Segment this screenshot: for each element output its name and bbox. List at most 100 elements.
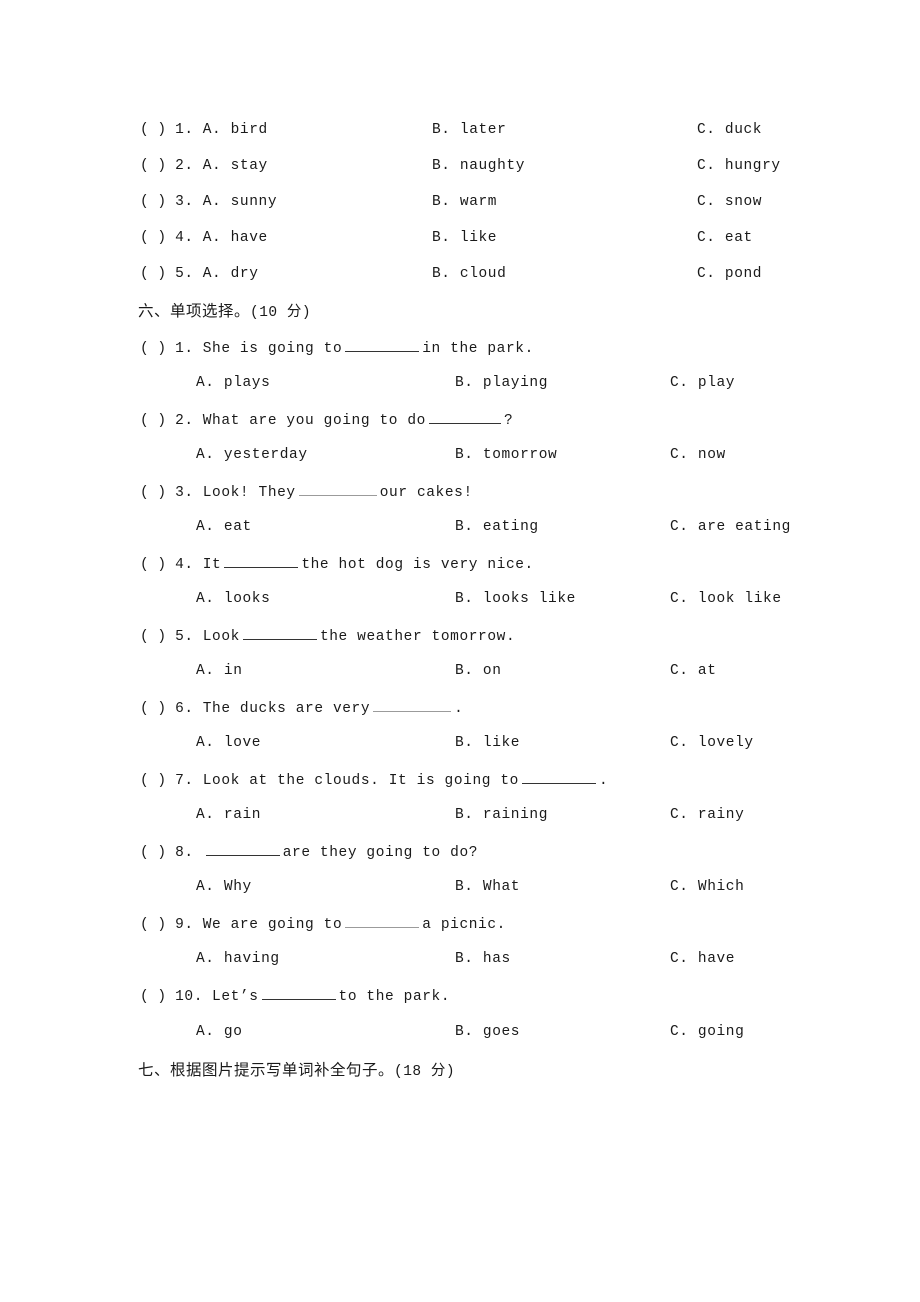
question-number: 5.: [175, 266, 194, 282]
option-b[interactable]: B. What: [455, 878, 520, 896]
question-stem-after: the weather tomorrow.: [319, 629, 516, 645]
answer-bracket[interactable]: ( ): [140, 413, 166, 429]
question-stem-after: in the park.: [422, 341, 534, 357]
section-seven-heading: 七、根据图片提示写单词补全句子。(18 分): [138, 1060, 455, 1082]
option-b[interactable]: B. playing: [455, 374, 548, 392]
question-number: 4.: [175, 230, 194, 246]
question-stem-before: Look at the clouds. It is going to: [202, 773, 519, 789]
answer-bracket[interactable]: ( ): [140, 557, 166, 573]
question-number: 5.: [175, 629, 194, 645]
answer-bracket[interactable]: ( ): [140, 917, 166, 933]
option-c[interactable]: C. now: [670, 446, 726, 464]
fill-in-blank[interactable]: [205, 842, 280, 856]
fill-in-blank[interactable]: [224, 554, 299, 568]
option-c[interactable]: C. pond: [697, 265, 762, 283]
option-c[interactable]: C. rainy: [670, 806, 744, 824]
fill-in-blank[interactable]: [298, 482, 377, 496]
answer-bracket[interactable]: ( ): [140, 230, 166, 246]
option-a[interactable]: A. in: [196, 662, 243, 680]
question-row: ( ) 5. A. dry: [140, 265, 259, 283]
answer-bracket[interactable]: ( ): [140, 485, 166, 501]
question-row: ( ) 3. A. sunny: [140, 193, 277, 211]
section-seven-heading-text: 七、根据图片提示写单词补全句子。: [138, 1061, 395, 1079]
question-number: 1.: [175, 122, 194, 138]
answer-bracket[interactable]: ( ): [140, 194, 166, 210]
option-c[interactable]: C. at: [670, 662, 717, 680]
option-a[interactable]: A. rain: [196, 806, 261, 824]
option-c[interactable]: C. hungry: [697, 157, 781, 175]
option-b[interactable]: B. looks like: [455, 590, 576, 608]
question-stem-after: are they going to do?: [282, 845, 479, 861]
section-six-heading: 六、单项选择。(10 分): [138, 301, 311, 323]
option-b[interactable]: B. naughty: [432, 157, 525, 175]
question-number: 3.: [175, 194, 194, 210]
option-a[interactable]: A. sunny: [203, 194, 277, 210]
fill-in-blank[interactable]: [261, 986, 336, 1000]
option-c[interactable]: C. eat: [697, 229, 753, 247]
question-row: ( ) 6. The ducks are very.: [140, 698, 463, 718]
option-b[interactable]: B. goes: [455, 1023, 520, 1041]
fill-in-blank[interactable]: [521, 770, 596, 784]
question-stem-after: our cakes!: [379, 485, 473, 501]
option-a[interactable]: A. have: [203, 230, 268, 246]
answer-bracket[interactable]: ( ): [140, 701, 166, 717]
option-c[interactable]: C. snow: [697, 193, 762, 211]
option-c[interactable]: C. going: [670, 1023, 744, 1041]
option-b[interactable]: B. like: [432, 229, 497, 247]
option-c[interactable]: C. are eating: [670, 518, 791, 536]
option-a[interactable]: A. dry: [203, 266, 259, 282]
option-c[interactable]: C. lovely: [670, 734, 754, 752]
question-row: ( ) 10. Let’s to the park.: [140, 986, 450, 1006]
question-row: ( ) 2. What are you going to do?: [140, 410, 513, 430]
answer-bracket[interactable]: ( ): [140, 845, 166, 861]
option-a[interactable]: A. bird: [203, 122, 268, 138]
option-b[interactable]: B. warm: [432, 193, 497, 211]
answer-bracket[interactable]: ( ): [140, 989, 166, 1005]
question-row: ( ) 1. She is going to in the park.: [140, 338, 534, 358]
option-b[interactable]: B. cloud: [432, 265, 506, 283]
question-stem-after: ?: [503, 413, 514, 429]
option-b[interactable]: B. like: [455, 734, 520, 752]
option-b[interactable]: B. on: [455, 662, 502, 680]
option-a[interactable]: A. yesterday: [196, 446, 308, 464]
question-stem-before: What are you going to do: [202, 413, 426, 429]
question-stem-after: to the park.: [338, 989, 451, 1005]
answer-bracket[interactable]: ( ): [140, 158, 166, 174]
answer-bracket[interactable]: ( ): [140, 773, 166, 789]
option-c[interactable]: C. duck: [697, 121, 762, 139]
question-number: 7.: [175, 773, 194, 789]
fill-in-blank[interactable]: [345, 914, 420, 928]
option-a[interactable]: A. having: [196, 950, 280, 968]
option-a[interactable]: A. plays: [196, 374, 270, 392]
option-c[interactable]: C. look like: [670, 590, 782, 608]
fill-in-blank[interactable]: [242, 626, 317, 640]
fill-in-blank[interactable]: [428, 410, 501, 424]
fill-in-blank[interactable]: [373, 698, 452, 712]
answer-bracket[interactable]: ( ): [140, 629, 166, 645]
option-a[interactable]: A. love: [196, 734, 261, 752]
question-number: 2.: [175, 158, 194, 174]
worksheet-page: ( ) 1. A. bird B. later C. duck ( ) 2. A. st…: [0, 0, 920, 1302]
option-b[interactable]: B. eating: [455, 518, 539, 536]
question-stem-after: .: [454, 701, 464, 717]
option-a[interactable]: A. stay: [203, 158, 268, 174]
option-a[interactable]: A. go: [196, 1023, 243, 1041]
answer-bracket[interactable]: ( ): [140, 266, 166, 282]
option-c[interactable]: C. play: [670, 374, 735, 392]
option-c[interactable]: C. Which: [670, 878, 744, 896]
question-row: ( ) 5. Look the weather tomorrow.: [140, 626, 515, 646]
question-number: 4.: [175, 557, 194, 573]
answer-bracket[interactable]: ( ): [140, 122, 166, 138]
option-b[interactable]: B. has: [455, 950, 511, 968]
option-a[interactable]: A. looks: [196, 590, 270, 608]
option-a[interactable]: A. Why: [196, 878, 252, 896]
question-row: ( ) 7. Look at the clouds. It is going to.: [140, 770, 608, 790]
option-b[interactable]: B. tomorrow: [455, 446, 557, 464]
fill-in-blank[interactable]: [345, 338, 420, 352]
option-b[interactable]: B. raining: [455, 806, 548, 824]
option-c[interactable]: C. have: [670, 950, 735, 968]
option-a[interactable]: A. eat: [196, 518, 252, 536]
question-stem-before: She is going to: [202, 341, 343, 357]
option-b[interactable]: B. later: [432, 121, 506, 139]
answer-bracket[interactable]: ( ): [140, 341, 166, 357]
